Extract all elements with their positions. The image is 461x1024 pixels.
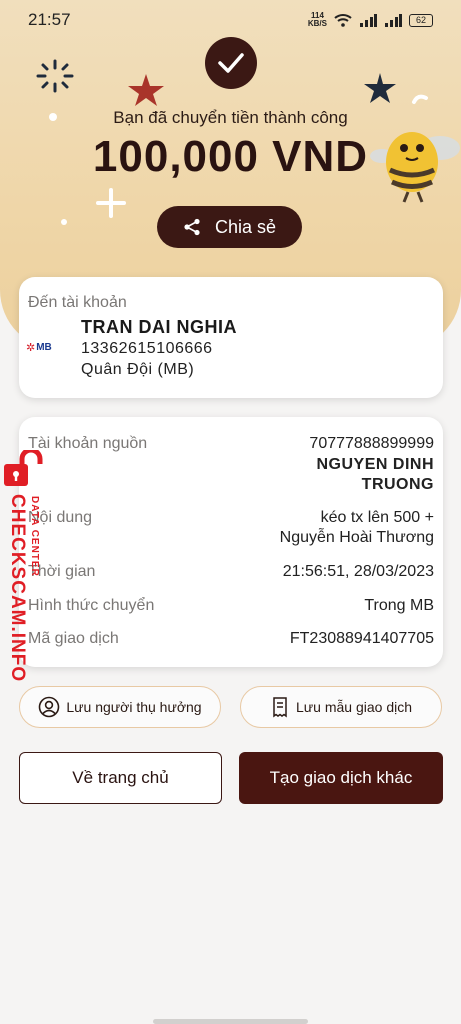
plus-decoration — [96, 188, 126, 218]
battery-icon: 62 — [409, 13, 433, 27]
new-transaction-button[interactable]: Tạo giao dịch khác — [239, 752, 443, 804]
dot-decoration — [61, 219, 67, 225]
success-title: Bạn đã chuyển tiền thành công — [113, 108, 348, 127]
mb-bank-logo: ✲ MB — [26, 341, 52, 354]
wifi-icon — [334, 14, 352, 27]
transaction-id-value: FT23088941407705 — [289, 630, 434, 647]
source-account-value: 70777888899999 — [309, 435, 434, 452]
save-beneficiary-button[interactable]: Lưu người thụ hưởng — [19, 686, 221, 728]
lock-icon — [4, 450, 43, 486]
success-check-icon — [205, 37, 257, 89]
time-value: 21:56:51, 28/03/2023 — [282, 563, 434, 580]
battery-level: 62 — [415, 14, 426, 25]
status-time: 21:57 — [28, 10, 71, 29]
user-circle-icon — [39, 696, 60, 718]
status-bar: 21:57 114 KB/S 62 — [0, 0, 461, 40]
watermark-text: CHECKSCAM.INFO — [7, 494, 28, 683]
recipient-bank: Quân Đội (MB) — [81, 361, 195, 378]
content-line1: kéo tx lên 500 + — [320, 509, 434, 526]
save-template-button[interactable]: Lưu mẫu giao dịch — [240, 686, 442, 728]
recipient-name: TRAN DAI NGHIA — [81, 317, 237, 337]
transfer-amount: 100,000 VND — [92, 132, 369, 181]
transaction-details-card: Tài khoản nguồn 70777888899999 NGUYEN DI… — [19, 417, 443, 667]
share-icon — [184, 218, 200, 236]
signal-icon — [385, 14, 402, 27]
save-beneficiary-label: Lưu người thụ hưởng — [66, 699, 202, 715]
sparkle-decoration — [36, 59, 74, 93]
source-name-line2: TRUONG — [361, 476, 434, 493]
red-star-decoration — [128, 74, 164, 106]
receipt-icon — [273, 697, 287, 718]
method-value: Trong MB — [364, 597, 434, 614]
home-indicator[interactable] — [153, 1019, 308, 1024]
watermark-subtext: DATA CENTER — [29, 496, 40, 577]
share-button[interactable]: Chia sẻ — [157, 206, 302, 248]
destination-label: Đến tài khoản — [28, 294, 127, 311]
recipient-account: 13362615106666 — [81, 340, 213, 357]
checkscam-watermark: CHECKSCAM.INFO DATA CENTER — [2, 450, 43, 690]
destination-card: Đến tài khoản ✲ MB TRAN DAI NGHIA 1336261… — [19, 277, 443, 398]
home-button[interactable]: Về trang chủ — [19, 752, 222, 804]
source-name-line1: NGUYEN DINH — [316, 456, 434, 473]
method-label: Hình thức chuyển — [28, 597, 155, 614]
network-speed: 114 KB/S — [307, 11, 327, 28]
signal-icon — [360, 14, 377, 27]
save-template-label: Lưu mẫu giao dịch — [296, 699, 412, 715]
share-label: Chia sẻ — [214, 216, 277, 237]
content-line2: Nguyễn Hoài Thương — [279, 529, 434, 546]
status-icons: 114 KB/S 62 — [308, 12, 433, 28]
